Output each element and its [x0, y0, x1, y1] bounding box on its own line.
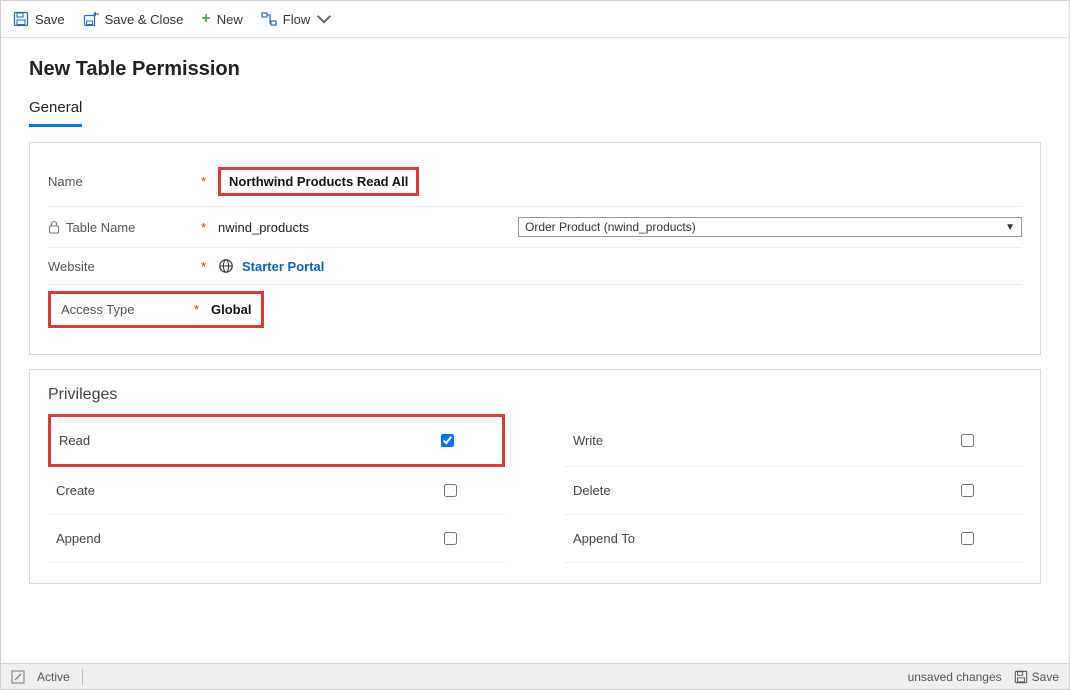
privilege-read: Read	[48, 414, 505, 467]
website-link-text: Starter Portal	[242, 259, 324, 274]
unsaved-changes-text: unsaved changes	[908, 670, 1002, 684]
new-label: New	[217, 12, 243, 27]
append-to-label: Append To	[573, 531, 957, 546]
privileges-section: Privileges Read Write Create	[29, 369, 1041, 584]
field-website: Website * Starter Portal	[48, 248, 1022, 285]
append-label: Append	[56, 531, 440, 546]
flow-icon	[261, 11, 277, 27]
globe-icon	[218, 258, 234, 274]
required-asterisk: *	[201, 174, 206, 189]
save-button[interactable]: Save	[13, 11, 65, 27]
status-bar: Active unsaved changes Save	[1, 663, 1069, 689]
write-label: Write	[573, 433, 957, 448]
save-icon	[13, 11, 29, 27]
flow-label: Flow	[283, 12, 310, 27]
command-bar: Save Save & Close + New Flow	[1, 1, 1069, 38]
new-button[interactable]: + New	[201, 10, 242, 28]
record-status: Active	[37, 670, 70, 684]
access-type-highlight: Access Type * Global	[48, 291, 264, 328]
website-label: Website	[48, 259, 95, 274]
append-checkbox[interactable]	[444, 532, 457, 545]
append-to-checkbox[interactable]	[961, 532, 974, 545]
privilege-delete: Delete	[565, 467, 1022, 515]
save-label: Save	[35, 12, 65, 27]
delete-checkbox[interactable]	[961, 484, 974, 497]
save-close-icon	[83, 11, 99, 27]
caret-down-icon: ▼	[1005, 222, 1015, 233]
page-title: New Table Permission	[29, 58, 1041, 81]
tab-bar: General	[29, 95, 1041, 128]
scroll-area[interactable]: New Table Permission General Name * Nort…	[1, 38, 1069, 663]
tab-general[interactable]: General	[29, 95, 82, 127]
website-value[interactable]: Starter Portal	[218, 258, 324, 274]
statusbar-save-label: Save	[1032, 670, 1059, 684]
privilege-write: Write	[565, 414, 1022, 467]
edit-status-icon[interactable]	[11, 670, 25, 684]
table-name-select[interactable]: Order Product (nwind_products) ▼	[518, 217, 1022, 237]
name-value[interactable]: Northwind Products Read All	[229, 174, 408, 189]
save-icon	[1014, 670, 1028, 684]
field-table-name: Table Name * nwind_products Order Produc…	[48, 207, 1022, 248]
read-checkbox[interactable]	[441, 434, 454, 447]
access-type-value[interactable]: Global	[211, 302, 251, 317]
field-access-type: Access Type * Global	[48, 285, 1022, 334]
create-checkbox[interactable]	[444, 484, 457, 497]
save-and-close-button[interactable]: Save & Close	[83, 11, 184, 27]
table-select-display: Order Product (nwind_products)	[525, 220, 696, 234]
delete-label: Delete	[573, 483, 957, 498]
name-highlight: Northwind Products Read All	[218, 167, 419, 196]
create-label: Create	[56, 483, 440, 498]
flow-button[interactable]: Flow	[261, 11, 332, 27]
privilege-append: Append	[48, 515, 505, 563]
general-section: Name * Northwind Products Read All	[29, 142, 1041, 355]
privileges-title: Privileges	[48, 386, 1022, 404]
write-checkbox[interactable]	[961, 434, 974, 447]
lock-icon	[48, 220, 60, 234]
save-close-label: Save & Close	[105, 12, 184, 27]
name-label: Name	[48, 174, 83, 189]
spacer	[29, 584, 1041, 663]
required-asterisk: *	[201, 259, 206, 274]
table-name-value: nwind_products	[218, 220, 309, 235]
privileges-grid: Read Write Create Delete	[48, 414, 1022, 563]
table-name-label: Table Name	[66, 220, 135, 235]
privilege-append-to: Append To	[565, 515, 1022, 563]
read-label: Read	[59, 433, 437, 448]
plus-icon: +	[201, 10, 210, 28]
statusbar-divider	[82, 669, 83, 685]
app-frame: Save Save & Close + New Flow New Table P…	[0, 0, 1070, 690]
required-asterisk: *	[194, 302, 199, 317]
field-name: Name * Northwind Products Read All	[48, 157, 1022, 207]
content-area: New Table Permission General Name * Nort…	[1, 38, 1069, 663]
statusbar-save-button[interactable]: Save	[1014, 670, 1059, 684]
access-type-label: Access Type	[61, 302, 134, 317]
privilege-create: Create	[48, 467, 505, 515]
required-asterisk: *	[201, 220, 206, 235]
chevron-down-icon	[316, 11, 332, 27]
